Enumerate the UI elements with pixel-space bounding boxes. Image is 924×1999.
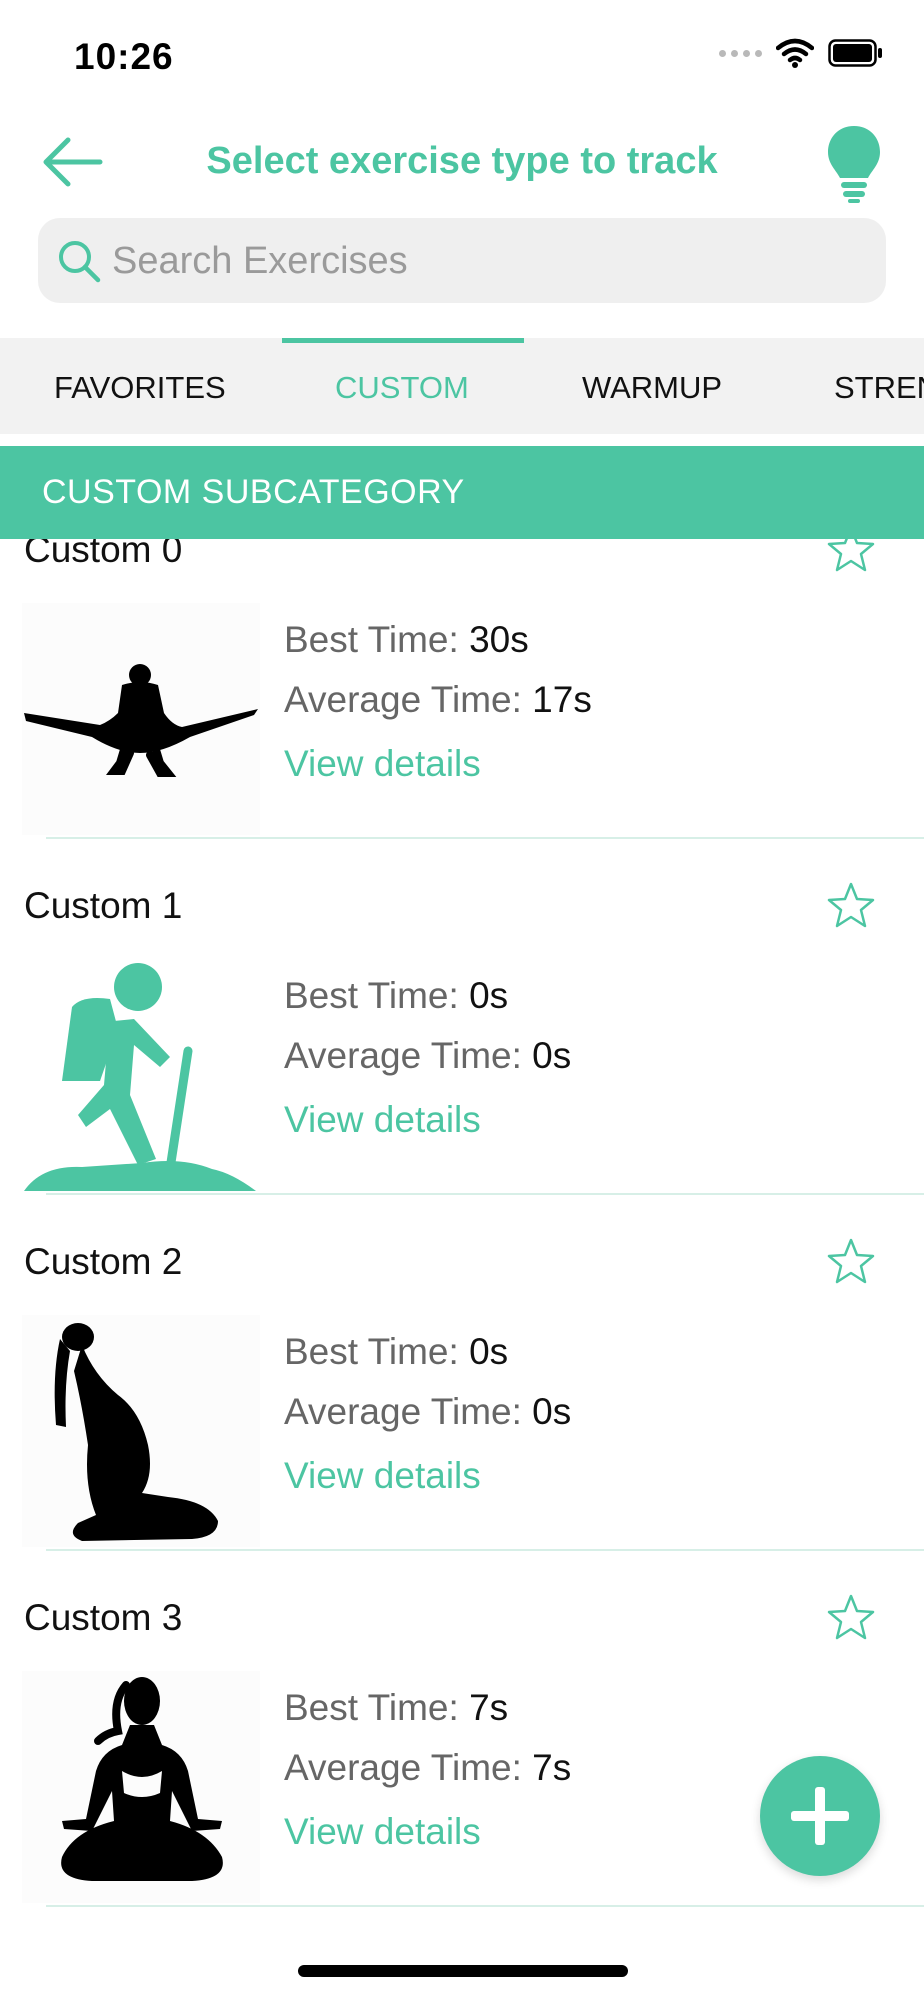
favorite-button[interactable] xyxy=(826,881,876,931)
best-time: Best Time: 30s xyxy=(284,619,529,661)
average-time-value: 0s xyxy=(532,1391,572,1432)
best-time-value: 0s xyxy=(469,975,509,1016)
star-icon xyxy=(827,1594,875,1640)
divider xyxy=(46,837,924,839)
favorite-button[interactable] xyxy=(826,1237,876,1287)
list-item[interactable]: Custom 1 Best Time: 0s Average Time: 0s … xyxy=(0,863,924,1219)
average-time: Average Time: 0s xyxy=(284,1035,571,1077)
wifi-icon xyxy=(776,38,814,68)
list-item[interactable]: Custom 3 Best Time: 7s Average Time: 7s … xyxy=(0,1575,924,1919)
average-time-value: 0s xyxy=(532,1035,572,1076)
average-time: Average Time: 0s xyxy=(284,1391,571,1433)
average-time-label: Average Time: xyxy=(284,1747,522,1788)
divider xyxy=(46,1193,924,1195)
exercise-image xyxy=(22,1315,260,1547)
page-title: Select exercise type to track xyxy=(206,140,718,182)
exercise-name: Custom 0 xyxy=(24,539,183,570)
favorite-button[interactable] xyxy=(826,539,876,575)
average-time-value: 7s xyxy=(532,1747,572,1788)
list-item[interactable]: Custom 0 Best Time: 30s Average Time: 17… xyxy=(0,539,924,863)
star-icon xyxy=(827,1238,875,1284)
star-icon xyxy=(827,539,875,572)
search-icon xyxy=(59,241,101,283)
average-time-value: 17s xyxy=(532,679,592,720)
tab-favorites[interactable]: FAVORITES xyxy=(54,338,226,434)
add-exercise-button[interactable] xyxy=(760,1756,880,1876)
exercise-name: Custom 1 xyxy=(24,885,183,926)
exercise-image xyxy=(22,603,260,835)
best-time-label: Best Time: xyxy=(284,1687,459,1728)
star-icon xyxy=(827,882,875,928)
best-time-label: Best Time: xyxy=(284,619,459,660)
search-bar xyxy=(38,218,886,305)
kneeling-stretch-silhouette xyxy=(54,1323,218,1541)
search-input[interactable] xyxy=(110,218,874,305)
category-tabs: FAVORITES CUSTOM WARMUP STREN xyxy=(0,338,924,434)
status-bar: 10:26 xyxy=(0,0,924,110)
best-time-value: 7s xyxy=(469,1687,509,1728)
battery-icon xyxy=(828,39,882,67)
exercise-image xyxy=(22,1671,260,1903)
best-time-label: Best Time: xyxy=(284,975,459,1016)
tab-strength[interactable]: STREN xyxy=(834,338,924,434)
divider xyxy=(46,1905,924,1907)
exercise-name: Custom 2 xyxy=(24,1241,183,1282)
signal-icon xyxy=(719,49,762,57)
average-time-label: Average Time: xyxy=(284,679,522,720)
best-time-value: 30s xyxy=(469,619,529,660)
favorite-button[interactable] xyxy=(826,1593,876,1643)
exercise-image xyxy=(22,959,260,1191)
divider xyxy=(46,1549,924,1551)
subcategory-header: CUSTOM SUBCATEGORY xyxy=(0,446,924,539)
view-details-link[interactable]: View details xyxy=(284,743,481,785)
average-time-label: Average Time: xyxy=(284,1035,522,1076)
average-time: Average Time: 7s xyxy=(284,1747,571,1789)
best-time: Best Time: 7s xyxy=(284,1687,508,1729)
status-icons xyxy=(719,38,884,68)
meditation-silhouette xyxy=(61,1677,223,1881)
status-time: 10:26 xyxy=(74,36,174,77)
hint-button[interactable] xyxy=(826,124,882,204)
subcategory-label: CUSTOM SUBCATEGORY xyxy=(42,473,465,511)
header: Select exercise type to track xyxy=(0,110,924,220)
lightbulb-icon xyxy=(828,126,880,203)
tab-warmup[interactable]: WARMUP xyxy=(582,338,722,434)
exercise-list: Custom 0 Best Time: 30s Average Time: 17… xyxy=(0,539,924,1919)
average-time: Average Time: 17s xyxy=(284,679,592,721)
best-time-label: Best Time: xyxy=(284,1331,459,1372)
exercise-name: Custom 3 xyxy=(24,1597,183,1638)
view-details-link[interactable]: View details xyxy=(284,1099,481,1141)
view-details-link[interactable]: View details xyxy=(284,1455,481,1497)
home-indicator xyxy=(298,1965,628,1977)
best-time-value: 0s xyxy=(469,1331,509,1372)
split-pose-silhouette xyxy=(24,664,258,777)
list-item[interactable]: Custom 2 Best Time: 0s Average Time: 0s … xyxy=(0,1219,924,1575)
average-time-label: Average Time: xyxy=(284,1391,522,1432)
best-time: Best Time: 0s xyxy=(284,1331,508,1373)
best-time: Best Time: 0s xyxy=(284,975,508,1017)
view-details-link[interactable]: View details xyxy=(284,1811,481,1853)
tab-custom[interactable]: CUSTOM xyxy=(335,338,469,434)
hiker-icon xyxy=(24,963,256,1191)
